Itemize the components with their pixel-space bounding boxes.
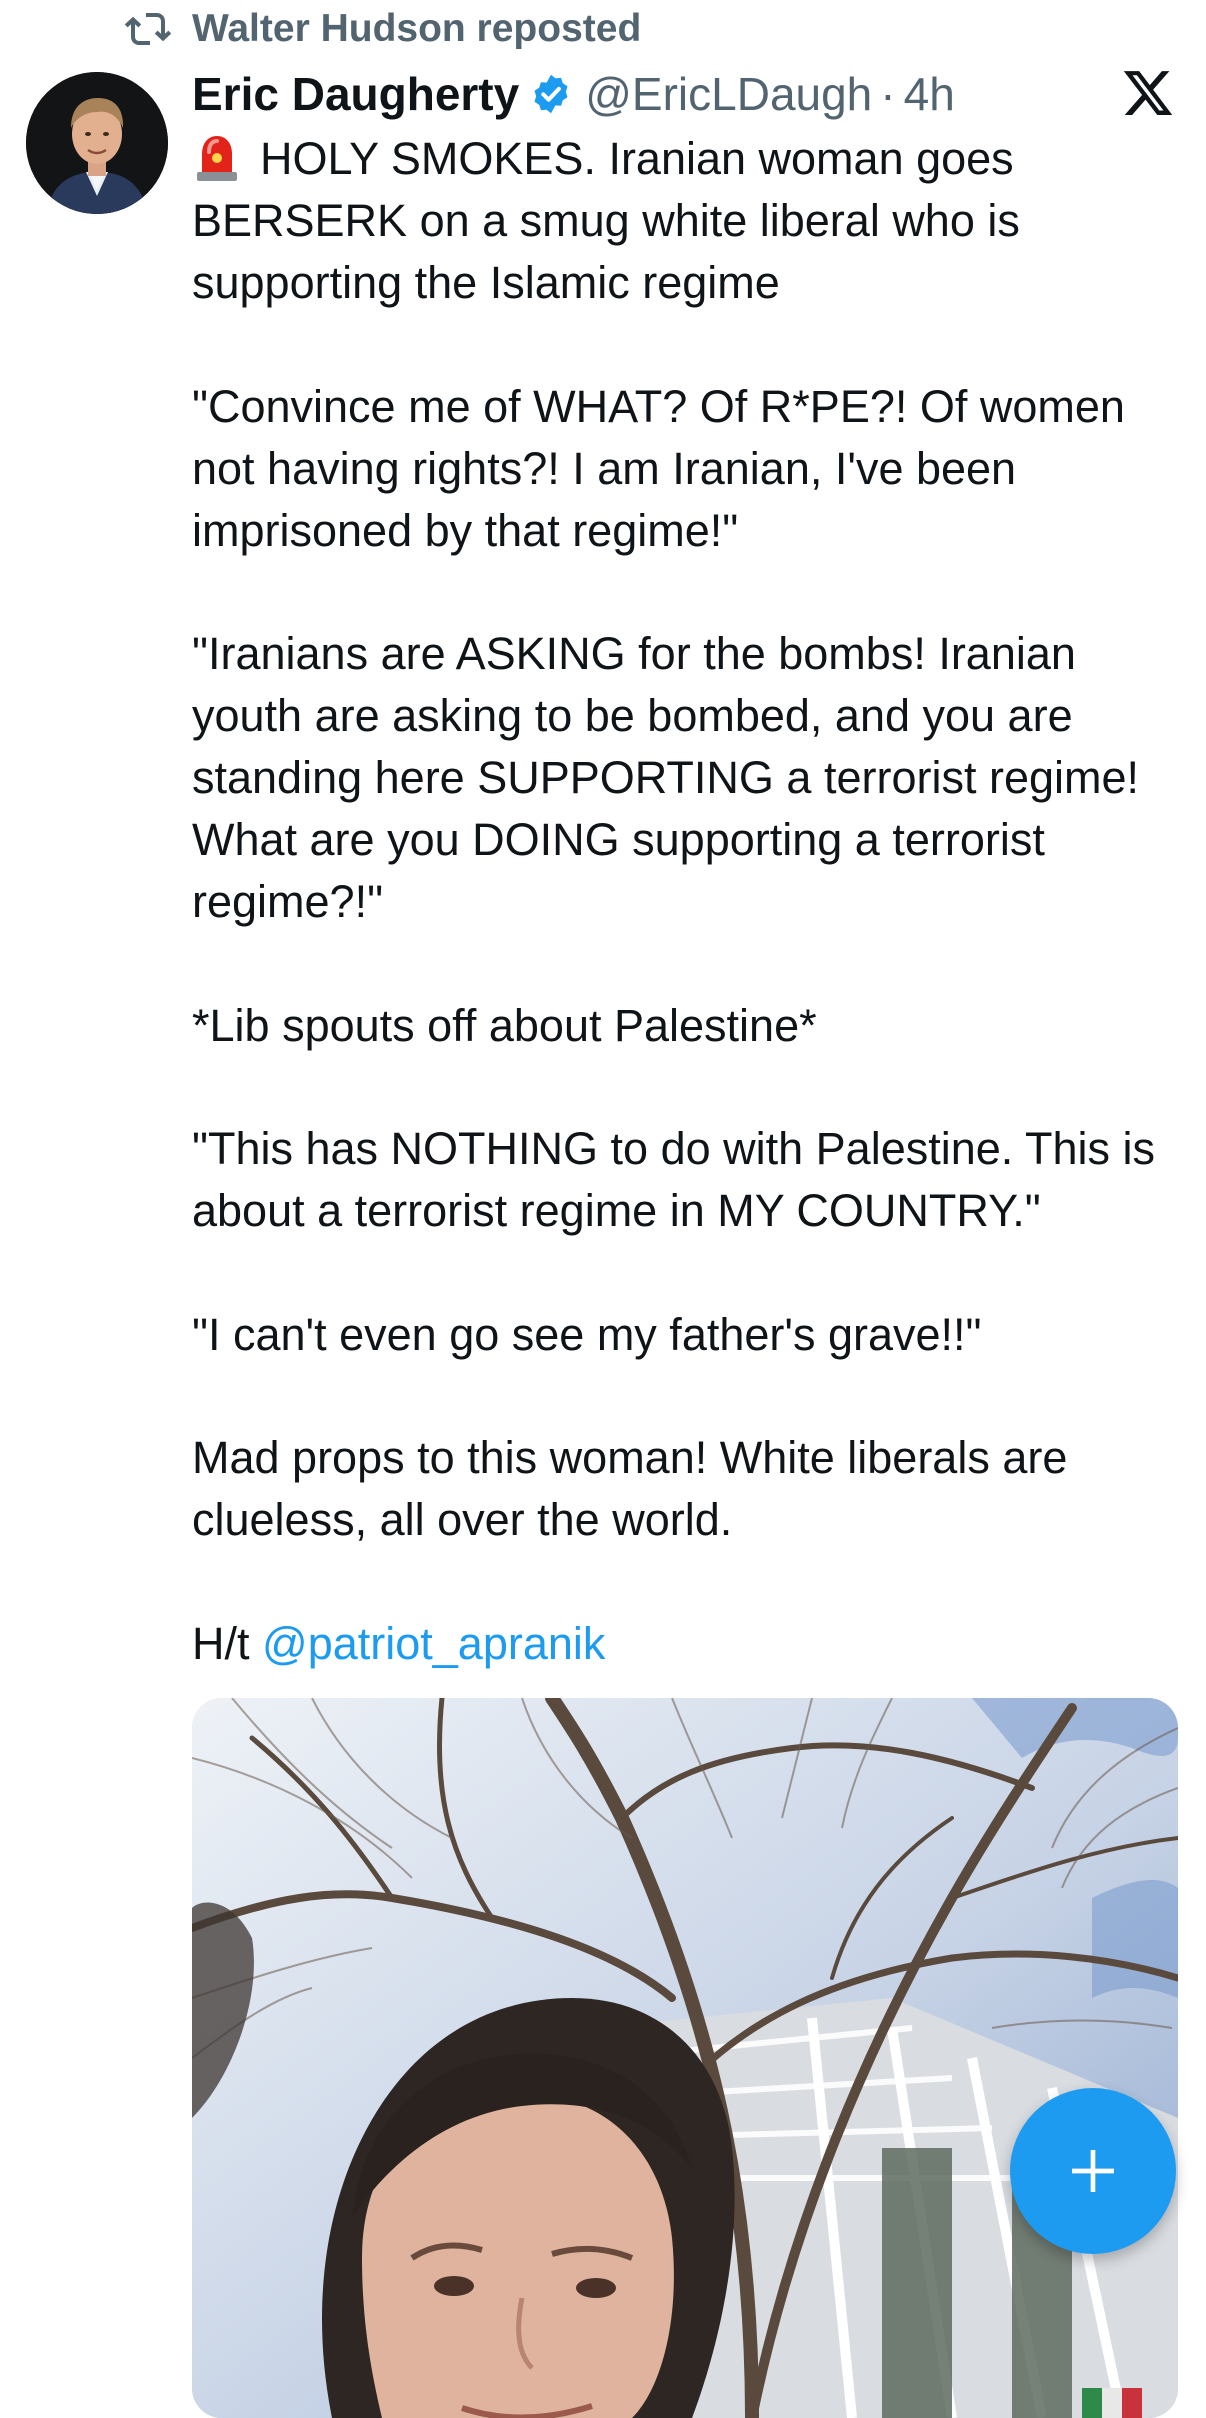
repost-label: Walter Hudson reposted bbox=[192, 7, 642, 50]
paragraph-7: Mad props to this woman! White liberals … bbox=[192, 1432, 1068, 1545]
compose-button[interactable] bbox=[1010, 2088, 1176, 2254]
repost-indicator[interactable]: Walter Hudson reposted bbox=[124, 4, 641, 54]
paragraph-3: "Iranians are ASKING for the bombs! Iran… bbox=[192, 628, 1140, 927]
plus-icon bbox=[1072, 2150, 1114, 2192]
avatar[interactable] bbox=[26, 72, 168, 214]
author-name[interactable]: Eric Daugherty bbox=[192, 67, 519, 121]
tweet-paragraph: HOLY SMOKES. Iranian woman goes BERSERK … bbox=[192, 128, 1182, 314]
mention-link[interactable]: @patriot_apranik bbox=[262, 1618, 605, 1669]
verified-badge-icon[interactable] bbox=[529, 72, 573, 116]
post-time[interactable]: 4h bbox=[904, 67, 955, 121]
tweet-text: HOLY SMOKES. Iranian woman goes BERSERK … bbox=[192, 128, 1182, 1736]
hat-tip-prefix: H/t bbox=[192, 1617, 263, 1669]
author-handle[interactable]: @EricLDaugh bbox=[585, 67, 872, 121]
paragraph-1: HOLY SMOKES. Iranian woman goes BERSERK … bbox=[192, 133, 1020, 308]
x-logo-icon[interactable] bbox=[1120, 66, 1176, 120]
video-thumbnail bbox=[192, 1698, 1178, 2418]
avatar-image bbox=[26, 72, 168, 214]
paragraph-5: "This has NOTHING to do with Palestine. … bbox=[192, 1123, 1155, 1236]
video-media[interactable] bbox=[192, 1698, 1178, 2418]
paragraph-4: *Lib spouts off about Palestine* bbox=[192, 999, 817, 1051]
paragraph-6: "I can't even go see my father's grave!!… bbox=[192, 1308, 982, 1360]
siren-emoji-icon bbox=[197, 136, 237, 181]
hat-tip: H/t @patriot_apranik bbox=[192, 1613, 1182, 1675]
tweet-header: Eric Daugherty @EricLDaugh · 4h bbox=[192, 64, 955, 124]
separator-dot: · bbox=[880, 68, 896, 120]
repost-icon bbox=[124, 13, 172, 45]
paragraph-2: "Convince me of WHAT? Of R*PE?! Of women… bbox=[192, 380, 1125, 556]
